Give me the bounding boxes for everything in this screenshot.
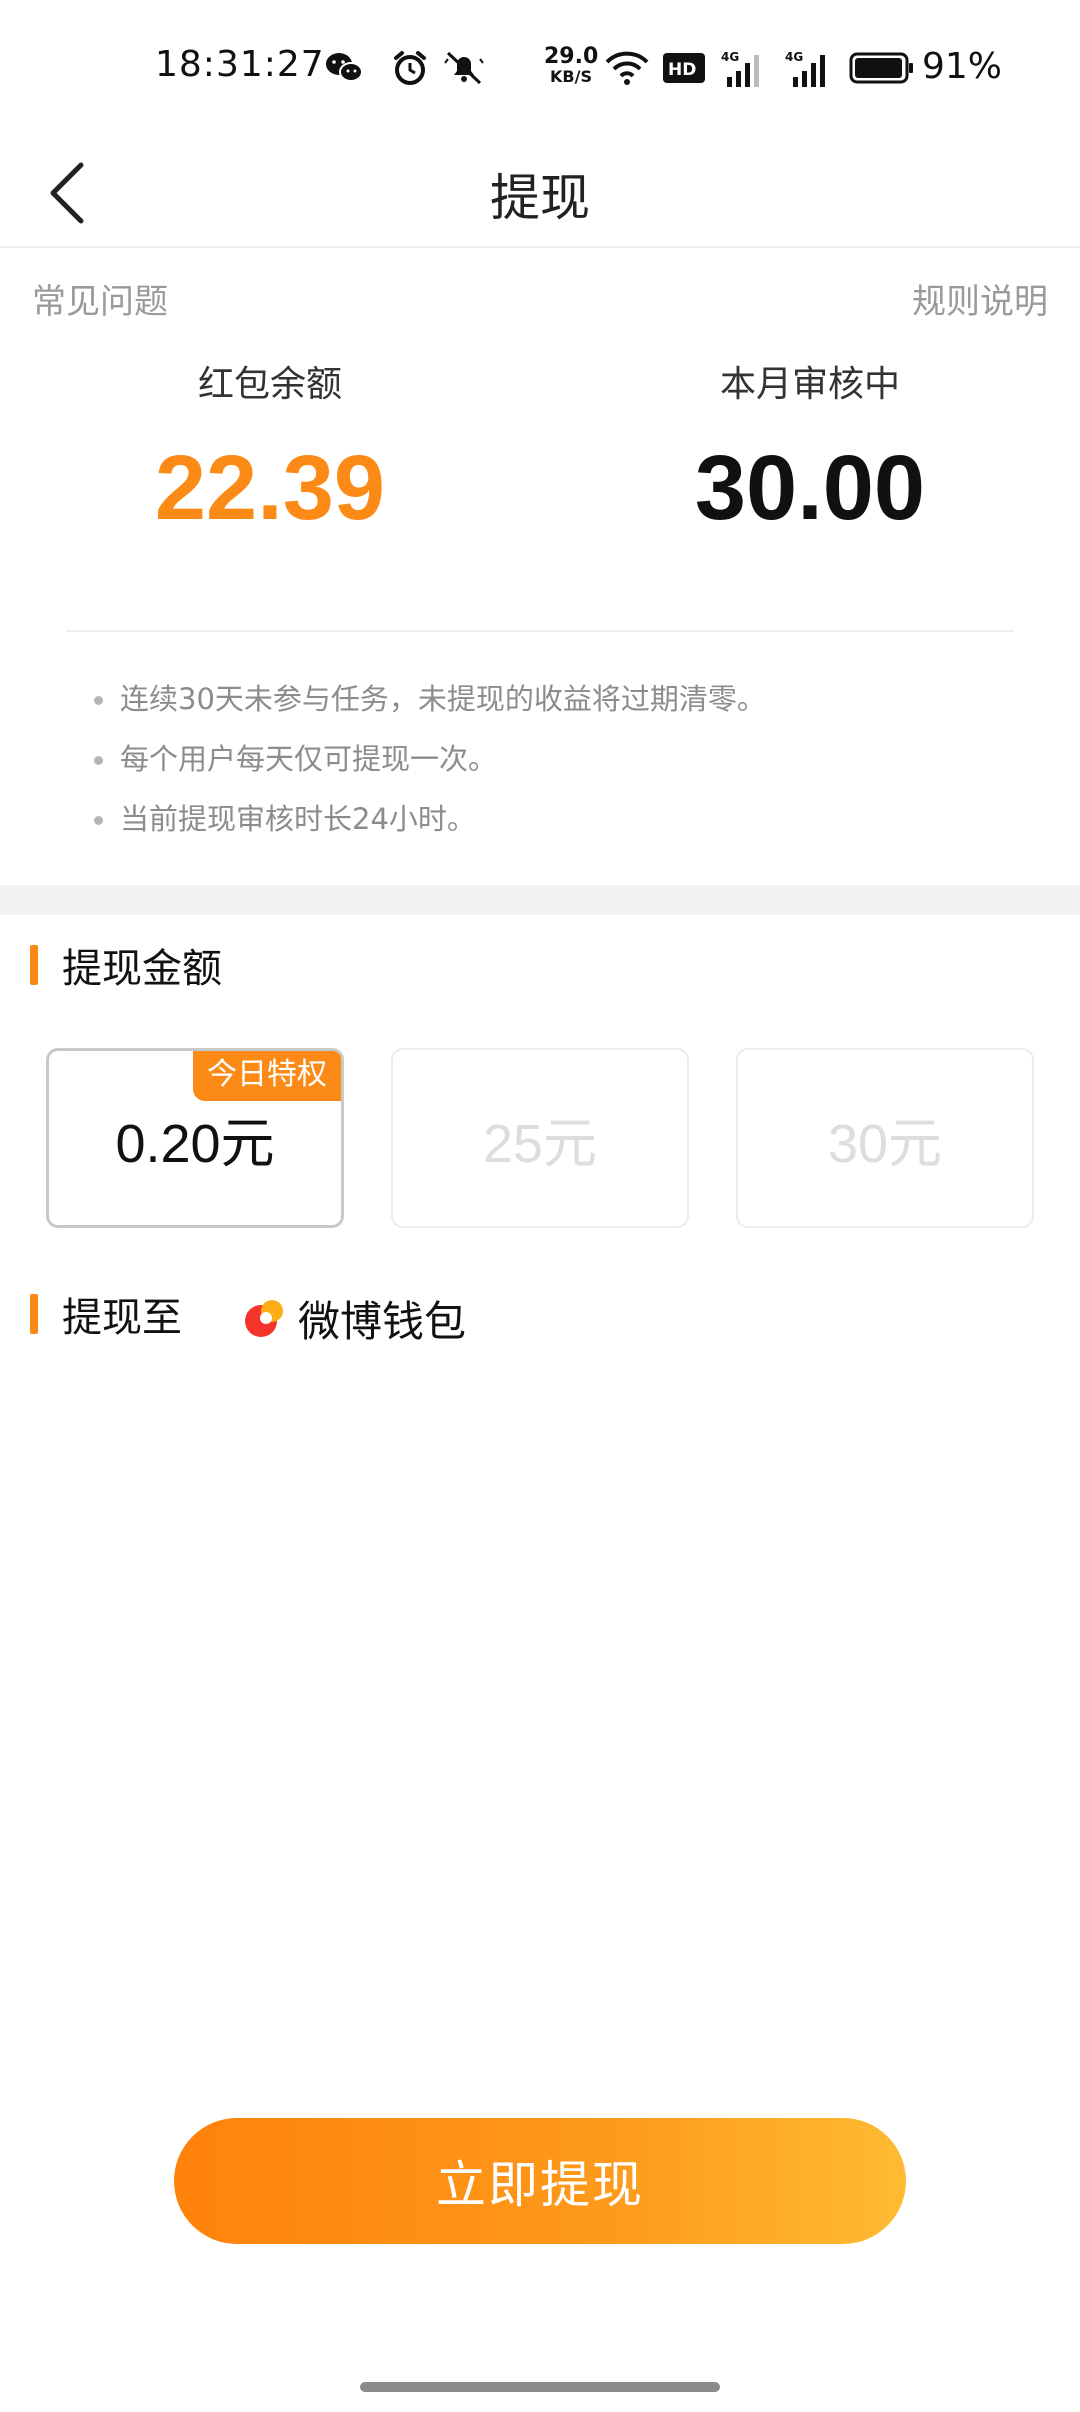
signal-4g-icon: 4G <box>720 48 764 88</box>
destination-section-header: 提现至 <box>30 1289 182 1341</box>
wechat-icon <box>322 48 366 88</box>
red-packet-balance: 红包余额 22.39 <box>0 360 540 538</box>
battery-icon <box>848 48 916 88</box>
amount-section-header: 提现金额 <box>30 940 222 992</box>
rules-link[interactable]: 规则说明 <box>912 274 1048 323</box>
tips-list: 连续30天未参与任务，未提现的收益将过期清零。 每个用户每天仅可提现一次。 当前… <box>90 670 1040 850</box>
signal-4g-icon: 4G <box>784 48 834 88</box>
nav-bar: 提现 <box>0 140 1080 248</box>
mute-icon <box>440 48 488 88</box>
wifi-icon <box>602 48 652 88</box>
privilege-badge: 今日特权 <box>193 1051 341 1101</box>
amount-option-label: 0.20元 <box>115 1113 275 1174</box>
svg-text:4G: 4G <box>785 50 803 64</box>
red-packet-balance-label: 红包余额 <box>197 364 342 405</box>
svg-text:HD: HD <box>668 60 696 80</box>
amount-option-disabled[interactable]: 30元 <box>736 1048 1034 1228</box>
weibo-wallet-option[interactable]: 微博钱包 <box>244 1288 466 1349</box>
divider <box>66 630 1014 632</box>
net-speed: 29.0 KB/S <box>544 46 598 86</box>
wallet-label: 微博钱包 <box>298 1297 467 1346</box>
home-indicator[interactable] <box>360 2382 720 2392</box>
svg-text:4G: 4G <box>721 50 739 64</box>
amount-option-disabled[interactable]: 25元 <box>391 1048 689 1228</box>
page-title: 提现 <box>490 169 590 227</box>
section-accent-bar <box>30 1294 38 1334</box>
status-bar: 18:31:27 29.0 KB/S HD 4G 4G 91% <box>0 0 1080 140</box>
weibo-wallet-icon <box>244 1299 284 1339</box>
net-speed-unit: KB/S <box>550 67 592 86</box>
alarm-icon <box>390 48 430 88</box>
reviewing-amount-label: 本月审核中 <box>719 364 900 405</box>
section-accent-bar <box>30 945 38 985</box>
tip-item: 每个用户每天仅可提现一次。 <box>90 730 1040 790</box>
withdraw-now-label: 立即提现 <box>436 2156 644 2214</box>
hd-icon: HD <box>662 48 706 88</box>
section-separator <box>0 885 1080 915</box>
tip-item: 连续30天未参与任务，未提现的收益将过期清零。 <box>90 670 1040 730</box>
amount-option-label: 25元 <box>482 1113 598 1174</box>
red-packet-balance-value: 22.39 <box>154 437 386 539</box>
reviewing-amount-value: 30.00 <box>694 437 926 539</box>
status-time: 18:31:27 <box>155 44 325 85</box>
net-speed-value: 29.0 <box>544 44 599 69</box>
tip-item: 当前提现审核时长24小时。 <box>90 790 1040 850</box>
withdraw-now-button[interactable]: 立即提现 <box>174 2118 906 2244</box>
amount-section-title: 提现金额 <box>62 946 222 992</box>
reviewing-amount: 本月审核中 30.00 <box>540 360 1080 538</box>
amount-option-label: 30元 <box>827 1113 943 1174</box>
destination-section-title: 提现至 <box>62 1295 182 1341</box>
faq-link[interactable]: 常见问题 <box>32 274 168 323</box>
battery-percent: 91% <box>922 46 1003 87</box>
amount-option-selected[interactable]: 0.20元 今日特权 <box>46 1048 344 1228</box>
